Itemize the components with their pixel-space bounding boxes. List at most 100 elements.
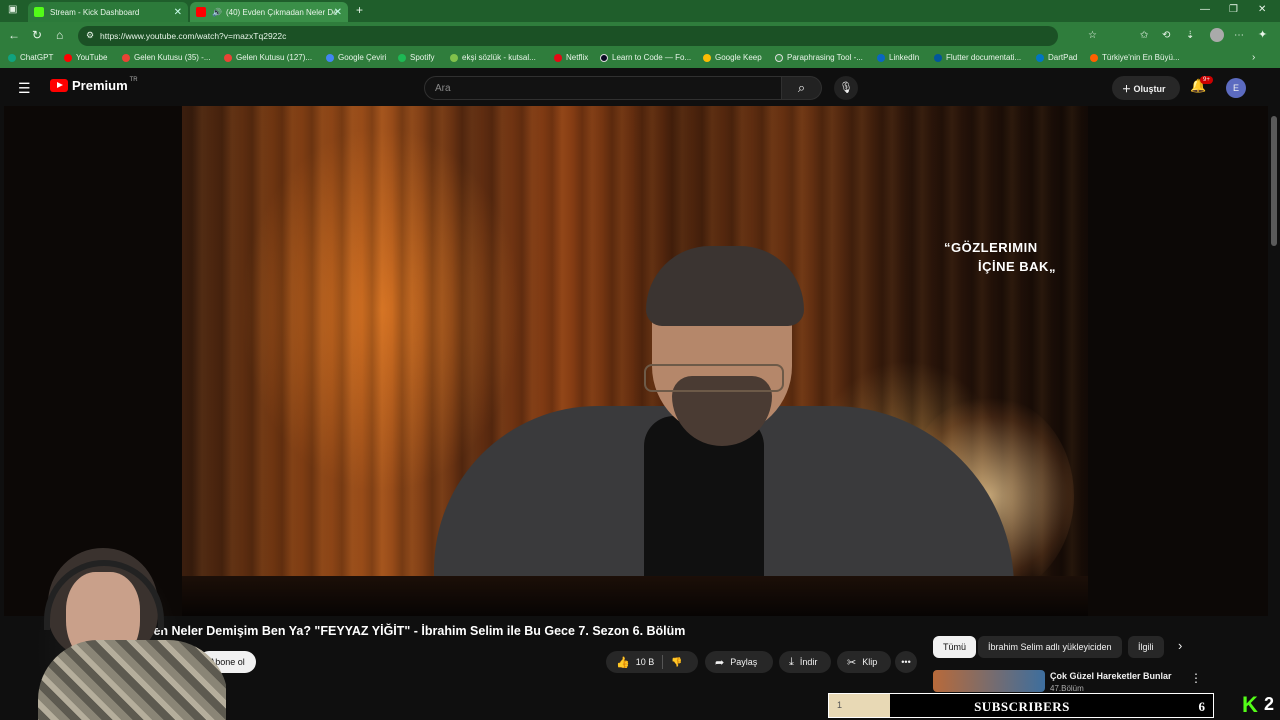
scissors-icon: ✂ [847, 656, 857, 669]
speaker-icon[interactable]: 🔊 [212, 8, 222, 17]
like-icon[interactable]: 👍 [616, 656, 630, 669]
plus-icon: ＋ [1122, 84, 1134, 94]
more-horizontal-icon: ••• [901, 657, 911, 667]
bookmark-eksi[interactable]: ekşi sözlük - kutsal... [450, 53, 536, 62]
tab-label: (40) Evden Çıkmadan Neler De [225, 7, 338, 17]
download-button[interactable]: ⤓ İndir [779, 651, 831, 673]
bookmark-gmail-2[interactable]: Gelen Kutusu (127)... [224, 53, 312, 62]
bookmark-chatgpt[interactable]: ChatGPT [8, 53, 53, 62]
profile-avatar[interactable] [1210, 28, 1224, 42]
freecodecamp-icon [600, 53, 608, 62]
netflix-icon [554, 53, 562, 62]
notification-badge: 9+ [1200, 76, 1213, 84]
copilot-icon[interactable]: ✦ [1258, 28, 1267, 41]
subscriber-goal-label: SUBSCRIBERS [974, 699, 1070, 714]
youtube-premium-logo[interactable]: Premium TR [50, 77, 138, 93]
translate-icon [326, 53, 334, 62]
kick-viewer-widget: K 2 [1238, 692, 1280, 720]
related-video-title[interactable]: Çok Güzel Hareketler Bunlar [1050, 671, 1172, 681]
tab-youtube-video[interactable]: 🔊 (40) Evden Çıkmadan Neler De ✕ [190, 2, 348, 22]
download-icon[interactable]: ⇣ [1186, 30, 1194, 41]
linkedin-icon [877, 53, 885, 62]
microphone-icon: 🎙 [839, 82, 853, 94]
home-icon[interactable]: ⌂ [56, 28, 63, 42]
url-text: https://www.youtube.com/watch?v=mazxTq29… [100, 31, 287, 41]
bookmark-google-keep[interactable]: Google Keep [703, 53, 762, 62]
dislike-icon[interactable]: 👎 [671, 657, 682, 668]
address-bar[interactable]: ⚙ https://www.youtube.com/watch?v=mazxTq… [78, 26, 1058, 46]
chevron-right-icon[interactable]: › [1178, 638, 1182, 653]
kick-favicon-icon [34, 7, 44, 17]
gmail-icon [122, 53, 130, 62]
like-count[interactable]: 10 B [636, 657, 655, 667]
voice-search-button[interactable]: 🎙 [834, 76, 858, 100]
divider [662, 655, 664, 669]
flutter-icon [934, 53, 942, 62]
new-tab-icon[interactable]: + [356, 3, 363, 17]
more-actions-button[interactable]: ••• [895, 651, 917, 673]
more-menu-icon[interactable]: ⋯ [1234, 30, 1244, 41]
maximize-icon[interactable]: ❐ [1229, 4, 1238, 15]
like-dislike-group: 👍 10 B 👎 [606, 651, 698, 673]
account-avatar[interactable]: E [1226, 78, 1246, 98]
gmail-icon [224, 53, 232, 62]
search-icon: ⌕ [797, 80, 806, 95]
favorites-icon[interactable]: ✩ [1140, 30, 1148, 41]
guest-glasses [644, 364, 784, 392]
bookmark-hepsiburada[interactable]: Türkiye'nin En Büyü... [1090, 53, 1180, 62]
bookmark-linkedin[interactable]: LinkedIn [877, 53, 919, 62]
related-video-thumbnail[interactable] [933, 670, 1045, 692]
overlay-line-2: İÇİNE BAK„ [978, 259, 1056, 274]
browser-tab-bar: ▣ Stream - Kick Dashboard ✕ 🔊 (40) Evden… [0, 0, 1280, 22]
minimize-icon[interactable]: — [1200, 4, 1210, 15]
bookmark-google-translate[interactable]: Google Çeviri [326, 53, 386, 62]
scrollbar-thumb[interactable] [1271, 116, 1277, 246]
create-button[interactable]: ＋ Oluştur [1112, 76, 1180, 100]
bookmark-dartpad[interactable]: DartPad [1036, 53, 1077, 62]
chip-from-uploader[interactable]: İbrahim Selim adlı yükleyiciden [978, 636, 1122, 658]
video-overlay-quote: “GÖZLERIMIN İÇİNE BAK„ [944, 238, 1084, 276]
streamer-webcam [30, 540, 226, 720]
tab-kick-dashboard[interactable]: Stream - Kick Dashboard ✕ [28, 2, 188, 22]
bookmark-netflix[interactable]: Netflix [554, 53, 588, 62]
reload-icon[interactable]: ↻ [32, 28, 42, 42]
download-icon: ⤓ [789, 655, 794, 668]
close-tab-icon[interactable]: ✕ [334, 7, 342, 18]
close-tab-icon[interactable]: ✕ [174, 7, 182, 18]
related-video-episode: 47.Bölüm [1050, 684, 1084, 693]
site-info-icon[interactable]: ⚙ [86, 30, 94, 41]
chip-related[interactable]: İlgili [1128, 636, 1164, 658]
table [182, 576, 1088, 616]
search-input[interactable]: Ara [424, 76, 782, 100]
history-icon[interactable]: ⟲ [1162, 30, 1170, 41]
bookmarks-bar: ChatGPT YouTube Gelen Kutusu (35) -... G… [0, 50, 1280, 68]
streamer-shirt [38, 640, 226, 720]
back-icon[interactable]: ← [8, 28, 20, 42]
bookmark-paraphrasing[interactable]: Paraphrasing Tool -... [775, 53, 863, 62]
bookmark-youtube[interactable]: YouTube [64, 53, 107, 62]
chip-all[interactable]: Tümü [933, 636, 977, 658]
bookmark-freecodecamp[interactable]: Learn to Code — Fo... [600, 53, 691, 62]
close-window-icon[interactable]: ✕ [1258, 4, 1266, 15]
bookmark-gmail-1[interactable]: Gelen Kutusu (35) -... [122, 53, 210, 62]
clip-button[interactable]: ✂ Klip [837, 651, 891, 673]
youtube-favicon-icon [196, 7, 206, 17]
overlay-line-1: “GÖZLERIMIN [944, 240, 1038, 255]
tab-label: Stream - Kick Dashboard [50, 7, 140, 17]
page-scrollbar[interactable] [1268, 106, 1280, 692]
youtube-play-icon [50, 79, 68, 92]
bookmark-flutter[interactable]: Flutter documentati... [934, 53, 1021, 62]
youtube-header: ☰ Premium TR Ara ⌕ 🎙 ＋ Oluştur 🔔 9+ E [0, 68, 1280, 106]
more-vertical-icon[interactable]: ⋮ [1190, 671, 1202, 685]
youtube-icon [64, 53, 72, 62]
browser-toolbar: ← ↻ ⌂ ⚙ https://www.youtube.com/watch?v=… [0, 22, 1280, 50]
dartpad-icon [1036, 53, 1044, 62]
bookmarks-overflow-icon[interactable]: › [1252, 52, 1255, 63]
paraphrase-icon [775, 53, 783, 62]
bookmark-spotify[interactable]: Spotify [398, 53, 434, 62]
hamburger-menu-icon[interactable]: ☰ [18, 80, 31, 97]
share-button[interactable]: ➦ Paylaş [705, 651, 773, 673]
search-button[interactable]: ⌕ [782, 76, 822, 100]
tab-actions-icon[interactable]: ▣ [8, 4, 17, 15]
bookmark-star-icon[interactable]: ☆ [1088, 30, 1097, 41]
